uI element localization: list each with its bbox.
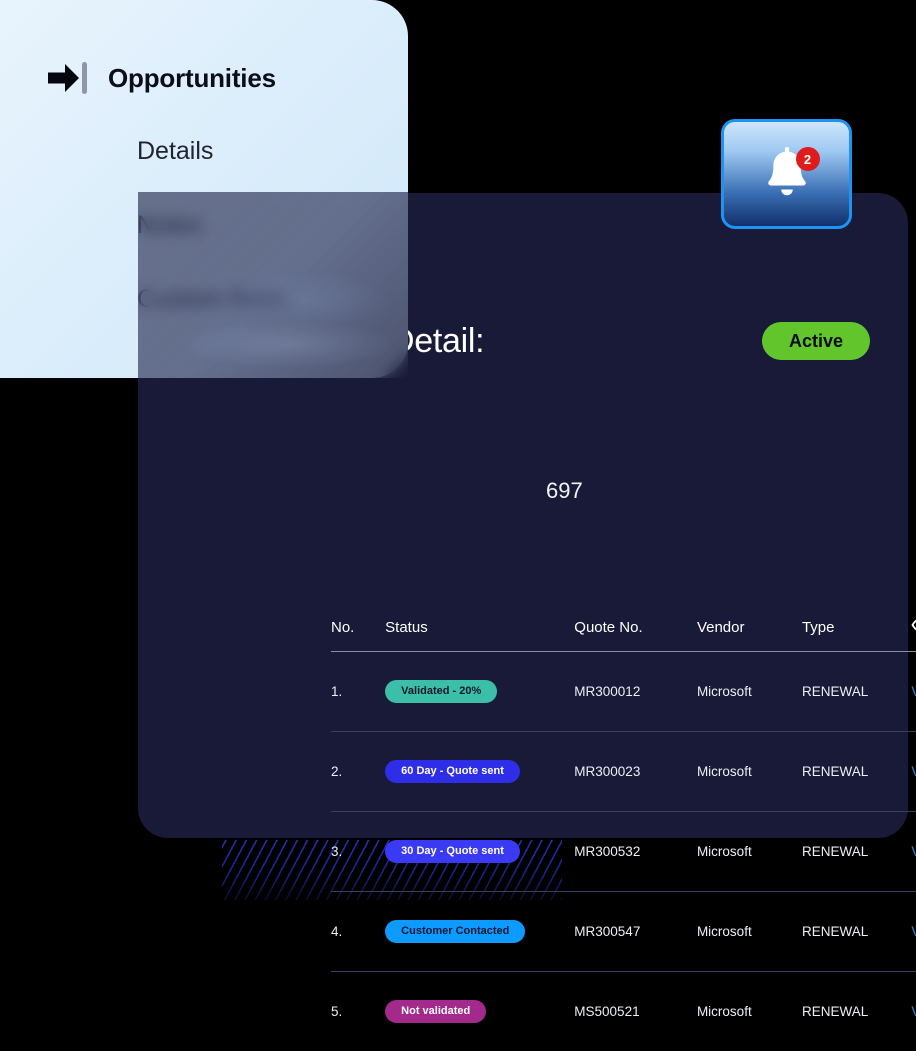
table-header-row: No. Status Quote No. Vendor Type xyxy=(331,617,916,652)
row-quote-no: MR300023 xyxy=(574,732,697,812)
row-status-cell: 60 Day - Quote sent xyxy=(385,732,574,812)
view-details-link[interactable]: View details xyxy=(911,684,916,699)
status-badge: Not validated xyxy=(385,1000,486,1023)
notifications-button[interactable]: 2 xyxy=(721,119,852,229)
table-row[interactable]: 1. Validated - 20% MR300012 Microsoft RE… xyxy=(331,652,916,732)
opportunities-table-container: No. Status Quote No. Vendor Type xyxy=(331,617,916,1051)
column-header-quote-no[interactable]: Quote No. xyxy=(574,617,697,652)
detail-title-row: Detail: Active xyxy=(390,322,870,360)
row-view-cell: View details xyxy=(911,972,916,1051)
row-type: RENEWAL xyxy=(802,892,911,972)
status-badge-active: Active xyxy=(762,322,870,360)
view-details-link[interactable]: View details xyxy=(911,844,916,859)
row-type: RENEWAL xyxy=(802,972,911,1051)
column-header-vendor[interactable]: Vendor xyxy=(697,617,802,652)
row-quote-no: MR300547 xyxy=(574,892,697,972)
table-row[interactable]: 2. 60 Day - Quote sent MR300023 Microsof… xyxy=(331,732,916,812)
row-number: 3. xyxy=(331,812,385,892)
view-details-link[interactable]: View details xyxy=(911,924,916,939)
row-number: 5. xyxy=(331,972,385,1051)
content-header: 697 xyxy=(546,480,908,502)
row-status-cell: Validated - 20% xyxy=(385,652,574,732)
sidebar-panel: Opportunities Details Notes Custom field… xyxy=(0,0,408,378)
status-badge: 60 Day - Quote sent xyxy=(385,760,520,783)
row-type: RENEWAL xyxy=(802,652,911,732)
row-status-cell: Not validated xyxy=(385,972,574,1051)
status-badge: Customer Contacted xyxy=(385,920,525,943)
view-details-link[interactable]: View details xyxy=(911,1004,916,1019)
arrow-right-collapse-icon[interactable] xyxy=(44,56,90,100)
table-row[interactable]: 3. 30 Day - Quote sent MR300532 Microsof… xyxy=(331,812,916,892)
column-header-view[interactable] xyxy=(911,617,916,652)
bell-icon-wrap: 2 xyxy=(756,145,818,203)
row-number: 4. xyxy=(331,892,385,972)
row-quote-no: MR300532 xyxy=(574,812,697,892)
sidebar-item-custom-fields[interactable]: Custom fields xyxy=(137,285,288,314)
sidebar-header: Opportunities xyxy=(44,56,276,100)
opportunities-table: No. Status Quote No. Vendor Type xyxy=(331,617,916,1051)
eye-icon xyxy=(911,617,916,637)
row-view-cell: View details xyxy=(911,652,916,732)
row-quote-no: MR300012 xyxy=(574,652,697,732)
view-details-link[interactable]: View details xyxy=(911,764,916,779)
row-number: 2. xyxy=(331,732,385,812)
row-vendor: Microsoft xyxy=(697,652,802,732)
row-status-cell: 30 Day - Quote sent xyxy=(385,812,574,892)
opportunity-number: 697 xyxy=(546,480,908,502)
row-quote-no: MS500521 xyxy=(574,972,697,1051)
row-vendor: Microsoft xyxy=(697,812,802,892)
sidebar-item-notes[interactable]: Notes xyxy=(137,211,202,240)
table-row[interactable]: 5. Not validated MS500521 Microsoft RENE… xyxy=(331,972,916,1051)
row-number: 1. xyxy=(331,652,385,732)
column-header-status[interactable]: Status xyxy=(385,617,574,652)
row-view-cell: View details xyxy=(911,812,916,892)
column-header-no[interactable]: No. xyxy=(331,617,385,652)
row-vendor: Microsoft xyxy=(697,732,802,812)
row-type: RENEWAL xyxy=(802,812,911,892)
sidebar-item-details[interactable]: Details xyxy=(137,137,213,166)
status-badge: Validated - 20% xyxy=(385,680,497,703)
row-status-cell: Customer Contacted xyxy=(385,892,574,972)
sidebar-title: Opportunities xyxy=(108,63,276,94)
status-badge: 30 Day - Quote sent xyxy=(385,840,520,863)
notification-count-badge: 2 xyxy=(796,147,820,171)
row-view-cell: View details xyxy=(911,732,916,812)
row-type: RENEWAL xyxy=(802,732,911,812)
column-header-type[interactable]: Type xyxy=(802,617,911,652)
table-row[interactable]: 4. Customer Contacted MR300547 Microsoft… xyxy=(331,892,916,972)
row-vendor: Microsoft xyxy=(697,972,802,1051)
table-body: 1. Validated - 20% MR300012 Microsoft RE… xyxy=(331,652,916,1051)
row-view-cell: View details xyxy=(911,892,916,972)
row-vendor: Microsoft xyxy=(697,892,802,972)
